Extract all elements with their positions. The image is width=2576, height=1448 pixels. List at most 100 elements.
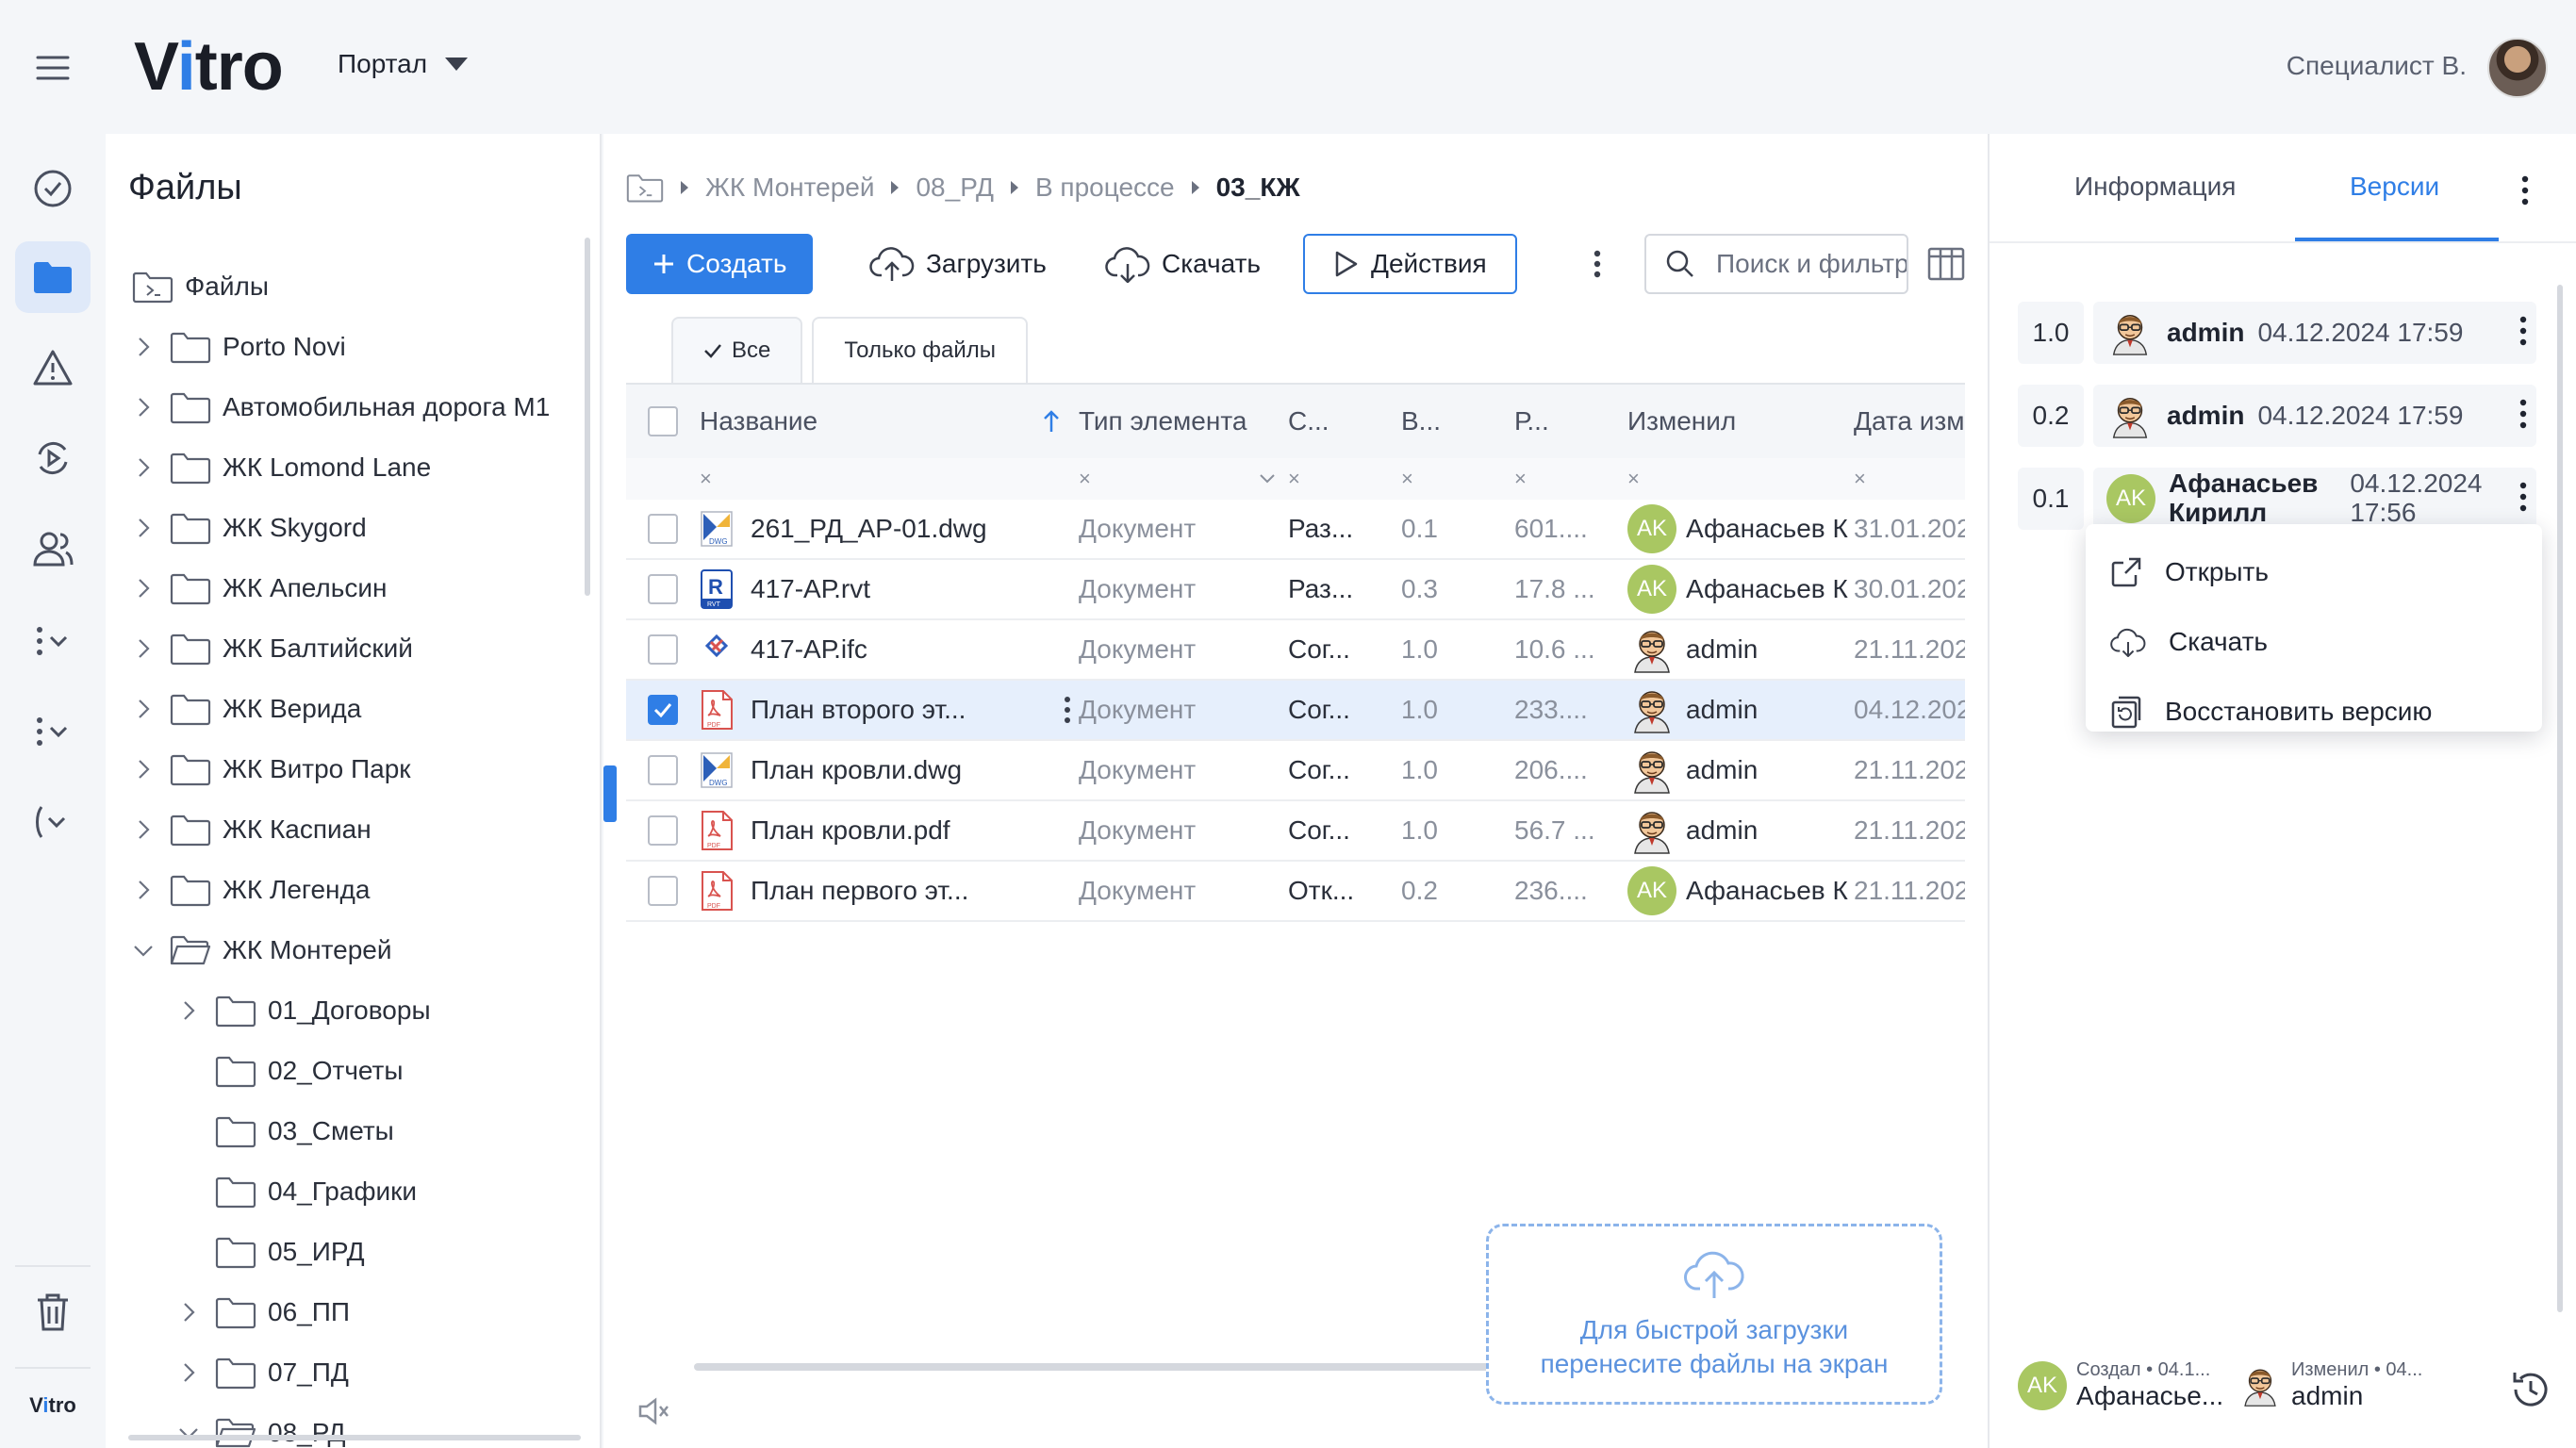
table-row[interactable]: PDF План второго эт... Документ Сог... 1.0 23… — [626, 681, 1965, 741]
filter-clear-modifier[interactable]: × — [1627, 467, 1854, 491]
portal-dropdown[interactable]: Портал — [338, 49, 469, 79]
menu-icon[interactable] — [34, 49, 72, 87]
tree-item[interactable]: 07_ПД — [132, 1342, 575, 1403]
version-kebab-icon[interactable] — [2519, 398, 2527, 430]
create-button[interactable]: Создать — [626, 234, 814, 294]
breadcrumb-item[interactable]: ЖК Монтерей — [705, 173, 874, 203]
column-header-type[interactable]: Тип элемента — [1079, 406, 1288, 436]
row-checkbox[interactable] — [648, 574, 678, 604]
users-nav-button[interactable] — [15, 513, 91, 584]
file-name[interactable]: 417-АР.ifc — [751, 634, 867, 665]
table-row[interactable]: DWG 261_РД_АР-01.dwg Документ Раз... 0.1 601.… — [626, 500, 1965, 560]
tree-item[interactable]: ЖК Балтийский — [132, 618, 575, 679]
file-name[interactable]: 417-АР.rvt — [751, 574, 870, 604]
more-nav-button-2[interactable] — [15, 696, 91, 767]
file-name[interactable]: План первого эт... — [751, 876, 968, 906]
row-checkbox[interactable] — [648, 876, 678, 906]
search-input[interactable]: Поиск и фильтр — [1644, 234, 1908, 294]
filter-clear-type[interactable]: × — [1079, 467, 1288, 491]
tasks-nav-button[interactable] — [15, 153, 91, 224]
actions-button[interactable]: Действия — [1303, 234, 1517, 294]
file-name[interactable]: План кровли.dwg — [751, 755, 962, 785]
column-header-status[interactable]: С... — [1288, 406, 1401, 436]
breadcrumb-item[interactable]: 08_РД — [916, 173, 993, 203]
tab-info[interactable]: Информация — [2074, 172, 2236, 202]
tree-horizontal-scrollbar[interactable] — [128, 1435, 581, 1440]
column-header-date[interactable]: Дата изм — [1854, 406, 1965, 436]
version-item[interactable]: 0.2 admin 04.12.2024 17:59 — [2018, 385, 2536, 447]
version-item[interactable]: 0.1 AK Афанасьев Кирилл 04.12.2024 17:56 — [2018, 468, 2536, 530]
tree-item[interactable]: ЖК Легенда — [132, 860, 575, 920]
version-item[interactable]: 1.0 admin 04.12.2024 17:59 — [2018, 302, 2536, 364]
history-button[interactable] — [2508, 1367, 2553, 1412]
menu-restore-version[interactable]: Восстановить версию — [2086, 677, 2542, 747]
column-header-size[interactable]: Р... — [1514, 406, 1627, 436]
mute-icon[interactable] — [637, 1397, 671, 1425]
filter-clear-name[interactable]: × — [700, 467, 1079, 491]
app-logo[interactable]: Vitro — [134, 28, 284, 106]
versions-scrollbar[interactable] — [2557, 285, 2563, 1312]
workflow-nav-button[interactable] — [15, 422, 91, 494]
tree-item[interactable]: Автомобильная дорога М1 — [132, 377, 575, 437]
tree-item[interactable]: 02_Отчеты — [132, 1041, 575, 1101]
upload-dropzone[interactable]: Для быстрой загрузки перенесите файлы на… — [1486, 1224, 1942, 1405]
files-nav-button[interactable] — [15, 241, 91, 313]
tree-item[interactable]: ЖК Монтерей — [132, 920, 575, 980]
tree-scrollbar[interactable] — [585, 238, 590, 596]
panel-more-button[interactable] — [2521, 175, 2529, 206]
tree-item[interactable]: 01_Договоры — [132, 980, 575, 1041]
tree-item[interactable]: ЖК Апельсин — [132, 558, 575, 618]
tree-item[interactable]: 05_ИРД — [132, 1222, 575, 1282]
menu-download[interactable]: Скачать — [2086, 607, 2542, 677]
tree-item[interactable]: ЖК Витро Парк — [132, 739, 575, 799]
root-folder-icon[interactable] — [626, 172, 664, 204]
menu-open[interactable]: Открыть — [2086, 537, 2542, 607]
tab-versions[interactable]: Версии — [2350, 172, 2439, 202]
upload-button[interactable]: Загрузить — [869, 234, 1047, 294]
row-checkbox[interactable] — [648, 514, 678, 544]
left-panel-resize-handle[interactable] — [603, 765, 617, 822]
tree-item[interactable]: 08_РД — [132, 1403, 575, 1448]
tree-item[interactable]: 06_ПП — [132, 1282, 575, 1342]
table-row[interactable]: R RVT 417-АР.rvt Документ Раз... 0.3 17.8 ... A… — [626, 560, 1965, 620]
tree-item[interactable]: ЖК Каспиан — [132, 799, 575, 860]
file-name[interactable]: 261_РД_АР-01.dwg — [751, 514, 987, 544]
row-checkbox[interactable] — [648, 815, 678, 846]
filter-clear-version[interactable]: × — [1401, 467, 1514, 491]
more-nav-button-1[interactable] — [15, 605, 91, 677]
file-name[interactable]: План второго эт... — [751, 695, 966, 725]
tree-item[interactable]: 03_Сметы — [132, 1101, 575, 1161]
version-kebab-icon[interactable] — [2519, 315, 2527, 347]
table-row[interactable]: 417-АР.ifc Документ Сог... 1.0 10.6 ... admin… — [626, 620, 1965, 681]
row-checkbox[interactable] — [648, 634, 678, 665]
user-name[interactable]: Специалист В. — [2287, 51, 2467, 81]
tab-files-only[interactable]: Только файлы — [812, 317, 1029, 383]
tree-item[interactable]: ЖК Lomond Lane — [132, 437, 575, 498]
trash-nav-button[interactable] — [15, 1276, 91, 1348]
tree-item[interactable]: ЖК Верида — [132, 679, 575, 739]
filter-clear-date[interactable]: × — [1854, 467, 1965, 491]
breadcrumb-item[interactable]: В процессе — [1035, 173, 1175, 203]
table-row[interactable]: DWG План кровли.dwg Документ Сог... 1.0 206..… — [626, 741, 1965, 801]
user-avatar[interactable] — [2487, 38, 2548, 98]
table-row[interactable]: PDF План кровли.pdf Документ Сог... 1.0 56.7 … — [626, 801, 1965, 862]
select-all-checkbox[interactable] — [648, 406, 678, 436]
tree-item[interactable]: ЖК Skygord — [132, 498, 575, 558]
issues-nav-button[interactable] — [15, 332, 91, 403]
column-header-name[interactable]: Название — [700, 406, 1079, 436]
tree-item[interactable]: Porto Novi — [132, 317, 575, 377]
row-checkbox[interactable] — [648, 695, 678, 725]
more-actions-button[interactable] — [1578, 234, 1616, 294]
version-kebab-icon[interactable] — [2519, 481, 2527, 513]
table-row[interactable]: PDF План первого эт... Документ Отк... 0.2 23… — [626, 862, 1965, 922]
column-header-version[interactable]: В... — [1401, 406, 1514, 436]
more-nav-button-3[interactable] — [15, 786, 91, 858]
filter-clear-status[interactable]: × — [1288, 467, 1401, 491]
download-button[interactable]: Скачать — [1105, 234, 1261, 294]
file-name[interactable]: План кровли.pdf — [751, 815, 950, 846]
filter-clear-size[interactable]: × — [1514, 467, 1627, 491]
columns-toggle-button[interactable] — [1927, 234, 1965, 294]
tree-item[interactable]: Файлы — [132, 256, 575, 317]
tree-item[interactable]: 04_Графики — [132, 1161, 575, 1222]
column-header-modifier[interactable]: Изменил — [1627, 406, 1854, 436]
